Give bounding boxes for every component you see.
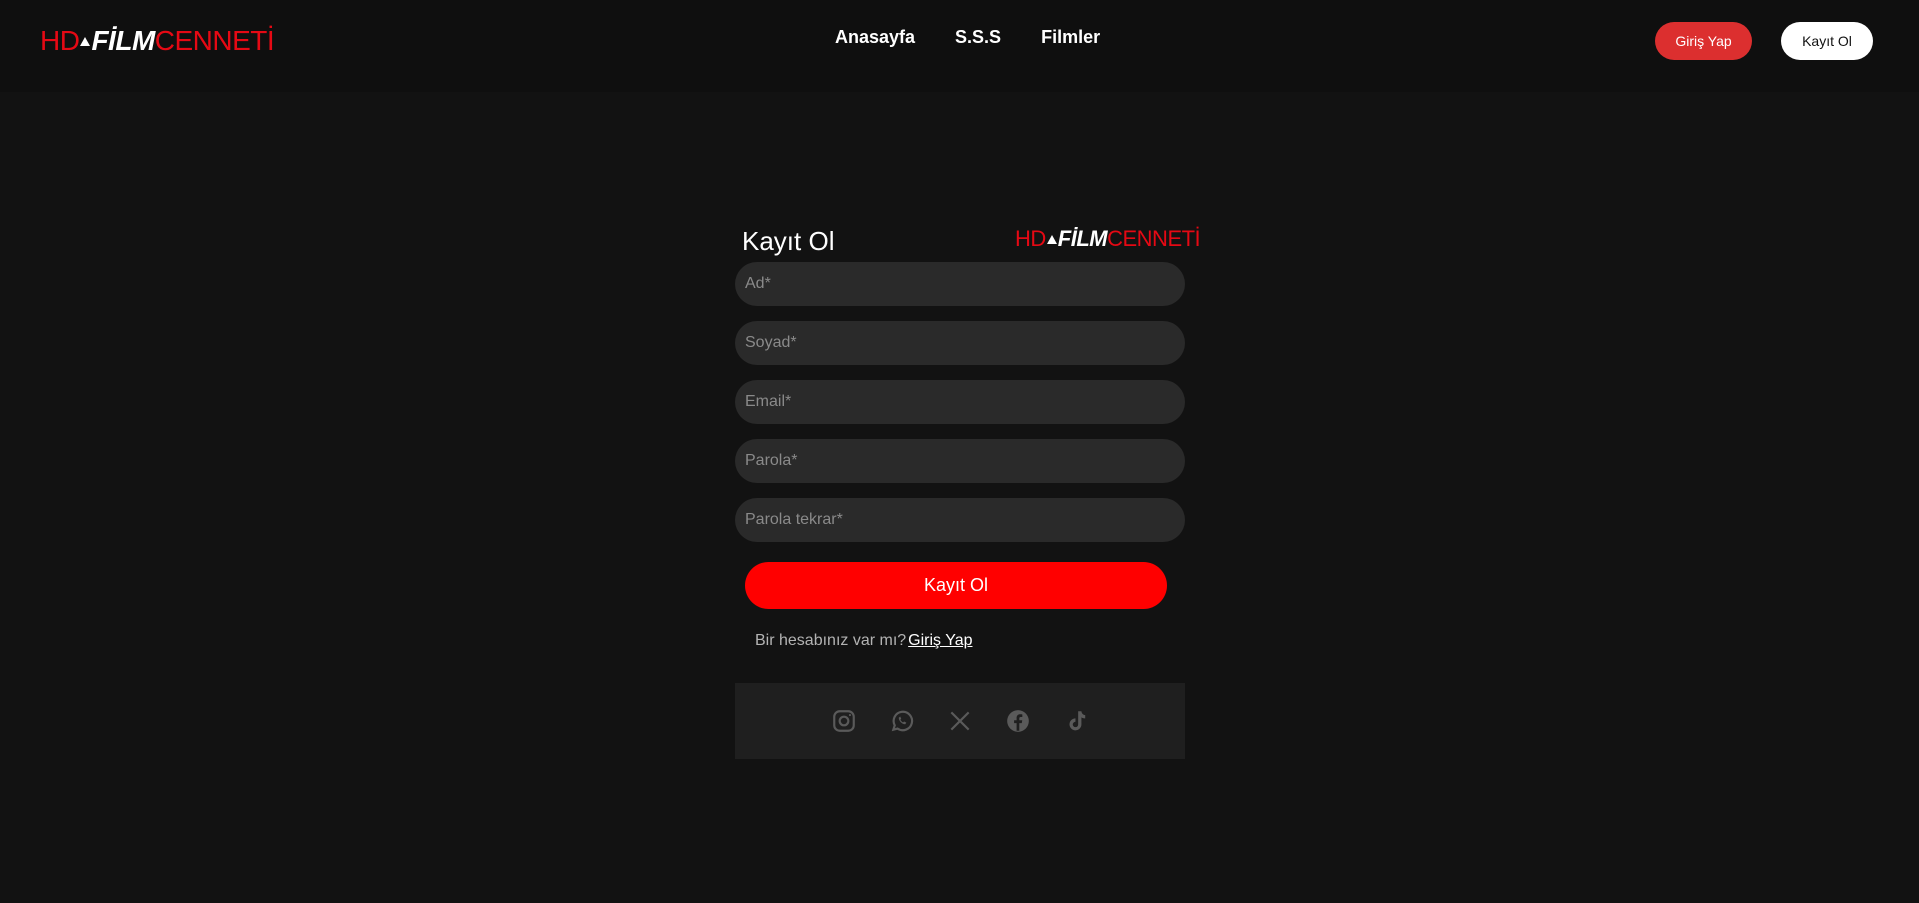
play-icon bbox=[1046, 234, 1057, 244]
site-logo[interactable]: HD FİLM CENNETİ bbox=[40, 24, 275, 58]
social-links bbox=[735, 683, 1185, 759]
instagram-icon[interactable] bbox=[830, 707, 858, 735]
whatsapp-icon[interactable] bbox=[888, 707, 916, 735]
nav-movies[interactable]: Filmler bbox=[1041, 27, 1100, 48]
nav-home[interactable]: Anasayfa bbox=[835, 27, 915, 48]
password-field[interactable] bbox=[735, 439, 1185, 483]
last-name-field[interactable] bbox=[735, 321, 1185, 365]
tiktok-icon[interactable] bbox=[1062, 707, 1090, 735]
facebook-icon[interactable] bbox=[1004, 707, 1032, 735]
play-icon bbox=[80, 36, 91, 46]
form-title: Kayıt Ol bbox=[742, 226, 835, 256]
header-login-button[interactable]: Giriş Yap bbox=[1655, 22, 1752, 60]
header-register-button[interactable]: Kayıt Ol bbox=[1781, 22, 1873, 60]
form-logo: HD FİLM CENNETİ bbox=[1015, 226, 1201, 251]
first-name-field[interactable] bbox=[735, 262, 1185, 306]
login-link[interactable]: Giriş Yap bbox=[908, 632, 972, 649]
x-icon[interactable] bbox=[946, 707, 974, 735]
email-field[interactable] bbox=[735, 380, 1185, 424]
nav-faq[interactable]: S.S.S bbox=[955, 27, 1001, 48]
login-prompt: Bir hesabınız var mı? Giriş Yap bbox=[755, 632, 973, 649]
password-confirm-field[interactable] bbox=[735, 498, 1185, 542]
main-nav: Anasayfa S.S.S Filmler bbox=[835, 27, 1100, 48]
register-submit-button[interactable]: Kayıt Ol bbox=[745, 562, 1167, 609]
site-header: HD FİLM CENNETİ Anasayfa S.S.S Filmler G… bbox=[0, 0, 1919, 92]
